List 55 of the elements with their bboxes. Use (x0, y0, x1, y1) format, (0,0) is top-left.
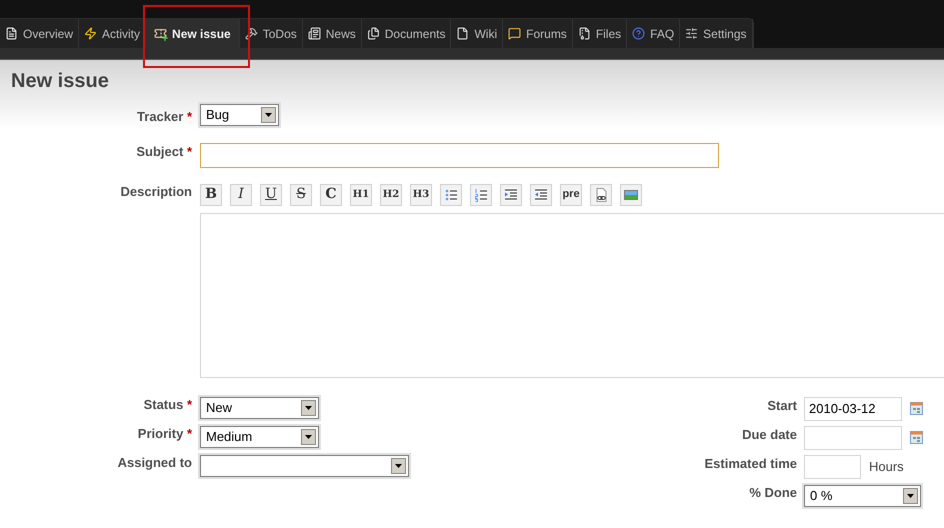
toolbar-button[interactable]: I (230, 184, 252, 206)
subject-input[interactable] (200, 142, 719, 168)
field-label: Priority * (138, 424, 192, 443)
calendar-icon[interactable] (910, 402, 923, 415)
documents-icon (366, 27, 380, 40)
field-label: % Done (749, 484, 797, 502)
date-input[interactable] (804, 426, 902, 450)
hours-input[interactable] (804, 454, 861, 478)
toolbar-button[interactable] (500, 184, 522, 206)
toolbar-button[interactable]: S (290, 184, 312, 206)
link-file-icon (594, 188, 608, 202)
field-label: Due date (742, 426, 797, 444)
bulleted-list-icon (444, 188, 458, 202)
outdent-icon (534, 188, 548, 202)
field-label: Description (120, 182, 192, 201)
toolbar-button[interactable]: H2 (380, 184, 402, 206)
calendar-icon[interactable] (910, 431, 923, 444)
toolbar-button[interactable]: pre (560, 184, 582, 206)
numbered-list-icon (474, 188, 488, 202)
field-label: Status * (144, 396, 192, 414)
hammer-icon (244, 27, 258, 40)
toolbar-button[interactable] (470, 184, 492, 206)
toolbar-button[interactable] (440, 184, 462, 206)
toolbar-button[interactable]: H3 (410, 184, 432, 206)
page-title: New issue (11, 69, 110, 93)
tab[interactable]: New issue (146, 19, 240, 48)
select-field[interactable]: Bug (200, 104, 279, 126)
document-icon (5, 27, 18, 40)
toolbar-button[interactable]: B (200, 184, 222, 206)
lightning-icon (84, 27, 98, 40)
indent-icon (504, 188, 518, 202)
newspaper-icon (308, 27, 321, 40)
toolbar-button[interactable]: U (260, 184, 282, 206)
image-icon (624, 188, 638, 202)
select-field[interactable]: Medium (200, 426, 319, 448)
help-icon (632, 27, 646, 40)
field-label: Start (767, 396, 797, 415)
field-label: Tracker * (137, 108, 192, 126)
speech-bubble-icon (508, 27, 522, 40)
toolbar-button[interactable]: C (320, 184, 342, 206)
toolbar-button[interactable]: H1 (350, 184, 372, 206)
unit-label: Hours (869, 458, 904, 476)
toolbar-button[interactable] (530, 184, 552, 206)
select-field[interactable]: New (200, 396, 319, 418)
select-field[interactable] (200, 454, 409, 476)
page-icon (456, 27, 470, 40)
field-label: Estimated time (704, 454, 797, 473)
toolbar-button[interactable] (590, 184, 612, 206)
sliders-icon (685, 27, 698, 40)
ticket-icon (154, 27, 168, 40)
archive-icon (578, 27, 591, 40)
field-label: Subject * (136, 142, 192, 161)
field-label: Assigned to (118, 454, 192, 472)
date-input[interactable]: 2010-03-12 (804, 396, 902, 420)
select-field[interactable]: 0 % (804, 484, 921, 506)
